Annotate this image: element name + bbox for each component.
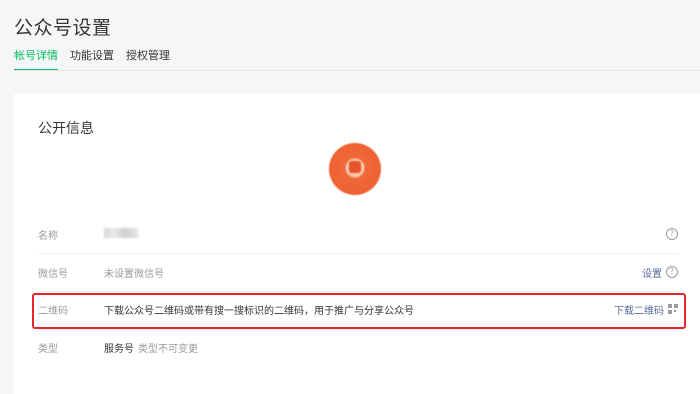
name-label: 名称 [38, 230, 58, 242]
header-divider [14, 70, 700, 71]
public-info-card: 公开信息 名称 ? 微信号 未设置微信号 设置 ? 二维码 下载公众号二维码或带… [14, 94, 700, 394]
page-title: 公众号设置 [14, 17, 112, 39]
tab-feature-settings[interactable]: 功能设置 [70, 49, 114, 69]
set-wechat-id-link[interactable]: 设置 [642, 265, 662, 280]
name-actions: ? [666, 228, 678, 240]
type-value: 服务号 类型不可变更 [104, 340, 678, 355]
help-icon[interactable]: ? [666, 266, 678, 278]
page-header: 公众号设置 帐号详情 功能设置 授权管理 [0, 0, 700, 76]
name-row: 名称 ? [38, 215, 678, 253]
account-type: 服务号 [104, 343, 134, 355]
help-icon[interactable]: ? [666, 228, 678, 240]
wechat-id-actions: 设置 ? [642, 265, 678, 280]
qrcode-highlight-box [32, 293, 686, 329]
blurred-account-name [104, 227, 138, 238]
type-label: 类型 [38, 343, 58, 355]
tab-bar: 帐号详情 功能设置 授权管理 [14, 49, 170, 71]
account-avatar [329, 143, 381, 195]
wechat-id-value: 未设置微信号 [104, 268, 164, 280]
type-note: 类型不可变更 [138, 343, 198, 355]
tab-account-details[interactable]: 帐号详情 [14, 49, 58, 71]
tab-authorization-management[interactable]: 授权管理 [126, 49, 170, 69]
type-row: 类型 服务号 类型不可变更 [38, 328, 678, 366]
name-value [104, 227, 666, 241]
wechat-id-row: 微信号 未设置微信号 设置 ? [38, 253, 678, 291]
section-title-public-info: 公开信息 [38, 121, 94, 137]
wechat-id-label: 微信号 [38, 268, 68, 280]
